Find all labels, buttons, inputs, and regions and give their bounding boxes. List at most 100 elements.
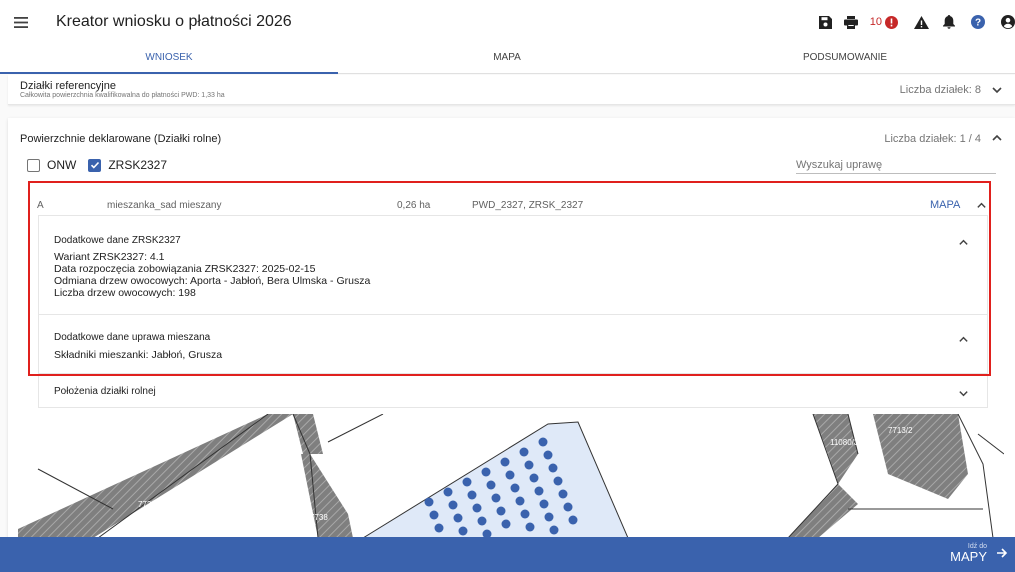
map-hatched-parcel [18,414,293,538]
tree-marker [429,510,439,520]
extra-mix-title: Dodatkowe dane uprawa mieszana [54,332,211,343]
tree-marker [481,467,491,477]
tree-marker [462,477,472,487]
tree-marker [467,490,477,500]
chevron-down-icon[interactable] [991,83,1003,101]
tree-marker [549,525,559,535]
map-label-11080: 11080/3 [830,438,859,447]
declared-title: Powierzchnie deklarowane (Działki rolne) [20,133,222,145]
tree-marker [548,463,558,473]
print-icon[interactable] [843,15,858,29]
location-title: Położenia działki rolnej [54,386,156,397]
chevron-up-icon[interactable] [991,131,1003,149]
tree-marker [443,487,453,497]
zrsk2327-checkbox[interactable] [88,158,102,172]
tab-mapa[interactable]: MAPA [338,44,676,73]
tree-marker [500,457,510,467]
parcel-letter: A [37,200,44,211]
parcel-map-link[interactable]: MAPA [930,199,960,211]
map-hatched-parcel [813,414,858,484]
tree-marker [448,500,458,510]
tree-marker [491,493,501,503]
tree-marker [505,470,515,480]
zrsk-fruit-varieties: Odmiana drzew owocowych: Aporta - Jabłoń… [54,275,371,287]
error-count: 10 [869,16,882,28]
zrsk-variant: Wariant ZRSK2327: 4.1 [54,251,165,263]
map-hatched-parcel [301,454,353,538]
save-icon[interactable] [818,15,832,29]
bell-icon[interactable] [943,15,955,29]
tree-marker [539,499,549,509]
tree-marker [496,506,506,516]
tree-marker [534,486,544,496]
warning-icon[interactable] [914,15,929,29]
parcel-crop: mieszanka_sad mieszany [107,200,222,211]
onw-checkbox[interactable] [27,158,40,172]
map-hatched-parcel [293,414,323,454]
map-label-7738: 7738 [310,513,328,522]
zrsk-tree-count: Liczba drzew owocowych: 198 [54,287,196,299]
reference-title: Działki referencyjne [20,80,116,92]
mix-components: Składniki mieszanki: Jabłoń, Grusza [54,349,223,361]
tree-marker [486,480,496,490]
arrow-right-icon [997,548,1008,558]
menu-icon[interactable] [6,7,36,37]
tree-marker [424,497,434,507]
parcel-map[interactable]: 7739/2 7738 11080/3 7713/2 [18,414,1004,538]
chevron-up-icon[interactable] [958,235,969,253]
svg-text:?: ? [975,18,981,29]
reference-subtitle: Całkowita powierzchnia kwalifikowalna do… [20,92,225,99]
tree-marker [520,509,530,519]
tree-marker [553,476,563,486]
tab-bar: WNIOSEK MAPA PODSUMOWANIE [0,44,1015,74]
tree-marker [558,489,568,499]
reference-parcels-panel[interactable]: Działki referencyjne Całkowita powierzch… [8,75,1015,105]
account-icon[interactable] [1001,15,1015,29]
tree-marker [434,523,444,533]
tree-marker [453,513,463,523]
goto-big-label: MAPY [950,549,987,564]
tree-marker [529,473,539,483]
tree-marker [543,450,553,460]
extra-mix-panel: Dodatkowe dane uprawa mieszana Składniki… [38,314,988,374]
tree-marker [524,460,534,470]
tree-marker [458,526,468,536]
app-title: Kreator wniosku o płatności 2026 [56,13,292,30]
tree-marker [568,515,578,525]
zrsk2327-label: ZRSK2327 [108,158,168,172]
chevron-up-icon[interactable] [976,200,987,214]
chevron-down-icon[interactable] [958,386,969,404]
tree-marker [544,512,554,522]
goto-map-button[interactable]: Idź do MAPY [950,543,1009,563]
map-orchard-parcel [362,421,629,538]
help-icon[interactable]: ? [971,15,985,29]
zrsk-start-date: Data rozpoczęcia zobowiązania ZRSK2327: … [54,263,316,275]
map-label-7739: 7739/2 [138,500,163,509]
tree-marker [477,516,487,526]
tree-marker [501,519,511,529]
map-label-7713: 7713/2 [888,426,913,435]
tree-marker [472,503,482,513]
app-header: Kreator wniosku o płatności 2026 10 ? [0,0,1015,44]
extra-zrsk-title: Dodatkowe dane ZRSK2327 [54,235,181,246]
declared-count: Liczba działek: 1 / 4 [884,133,981,145]
crop-search-input[interactable] [796,156,996,174]
tree-marker [563,502,573,512]
reference-count: Liczba działek: 8 [899,84,981,96]
parcel-row[interactable]: A mieszanka_sad mieszany 0,26 ha PWD_232… [32,195,992,217]
chevron-up-icon[interactable] [958,332,969,350]
error-icon [885,15,898,29]
tab-wniosek[interactable]: WNIOSEK [0,44,338,74]
location-panel[interactable]: Położenia działki rolnej [38,373,988,408]
bottom-bar: Idź do MAPY [0,537,1015,572]
tree-marker [519,447,529,457]
errors-button[interactable]: 10 [869,15,898,29]
parcel-interventions: PWD_2327, ZRSK_2327 [472,200,584,211]
tree-marker [510,483,520,493]
tree-marker [515,496,525,506]
map-hatched-parcel [788,484,858,538]
onw-label: ONW [47,158,77,172]
parcel-area: 0,26 ha [397,200,431,211]
tree-marker [538,437,548,447]
tab-podsumowanie[interactable]: PODSUMOWANIE [676,44,1014,73]
